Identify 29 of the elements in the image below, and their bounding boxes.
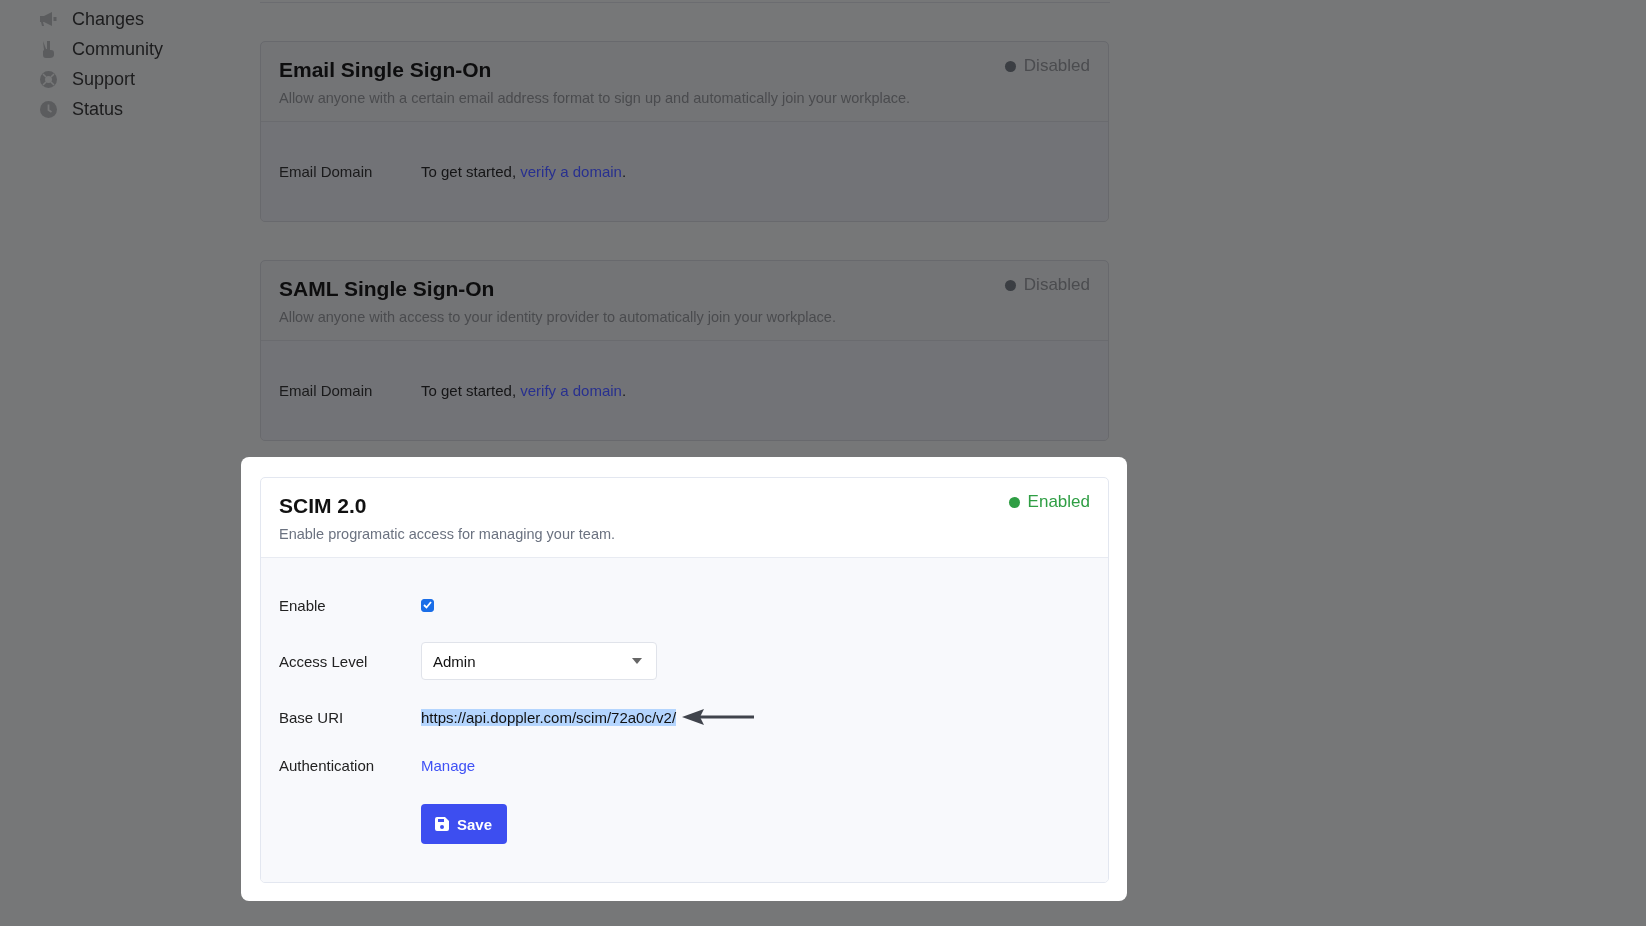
sidebar-item[interactable]: Support — [38, 68, 260, 90]
enable-checkbox[interactable] — [421, 598, 434, 612]
save-button[interactable]: Save — [421, 804, 508, 844]
instruction-text: To get started, verify a domain. — [421, 162, 627, 180]
status-label: Enabled — [1027, 492, 1090, 512]
access-level-dropdown[interactable]: Admin — [421, 642, 657, 680]
base-uri-text: https://api.doppler.com/scim/72a0c/v2/ — [421, 708, 677, 726]
lifebuoy-icon — [39, 70, 57, 88]
field-label: Email Domain — [279, 381, 374, 399]
clock-icon — [39, 100, 57, 118]
field-label: Email Domain — [279, 162, 374, 180]
card-title: SCIM 2.0 — [279, 493, 367, 519]
field-label: Base URI — [279, 708, 345, 726]
instruction-text: To get started, verify a domain. — [421, 381, 627, 399]
field-label: Enable — [279, 596, 327, 614]
card-title: SAML Single Sign-On — [279, 276, 495, 302]
peace-hand-icon — [40, 40, 56, 58]
verify-domain-link[interactable]: verify a domain — [520, 381, 622, 399]
field-label: Access Level — [279, 652, 369, 670]
manage-link[interactable]: Manage — [421, 756, 476, 774]
sidebar-item[interactable]: Changes — [38, 8, 260, 30]
field-label: Authentication — [279, 756, 376, 774]
sidebar-item[interactable]: Status — [38, 98, 260, 120]
card-title: Email Single Sign-On — [279, 57, 492, 83]
sidebar-item[interactable]: Community — [38, 38, 260, 60]
megaphone-icon — [39, 11, 57, 27]
verify-domain-link[interactable]: verify a domain — [520, 162, 622, 180]
card-description: Enable programatic access for managing your team. — [279, 525, 616, 544]
caret-icon — [632, 658, 642, 664]
